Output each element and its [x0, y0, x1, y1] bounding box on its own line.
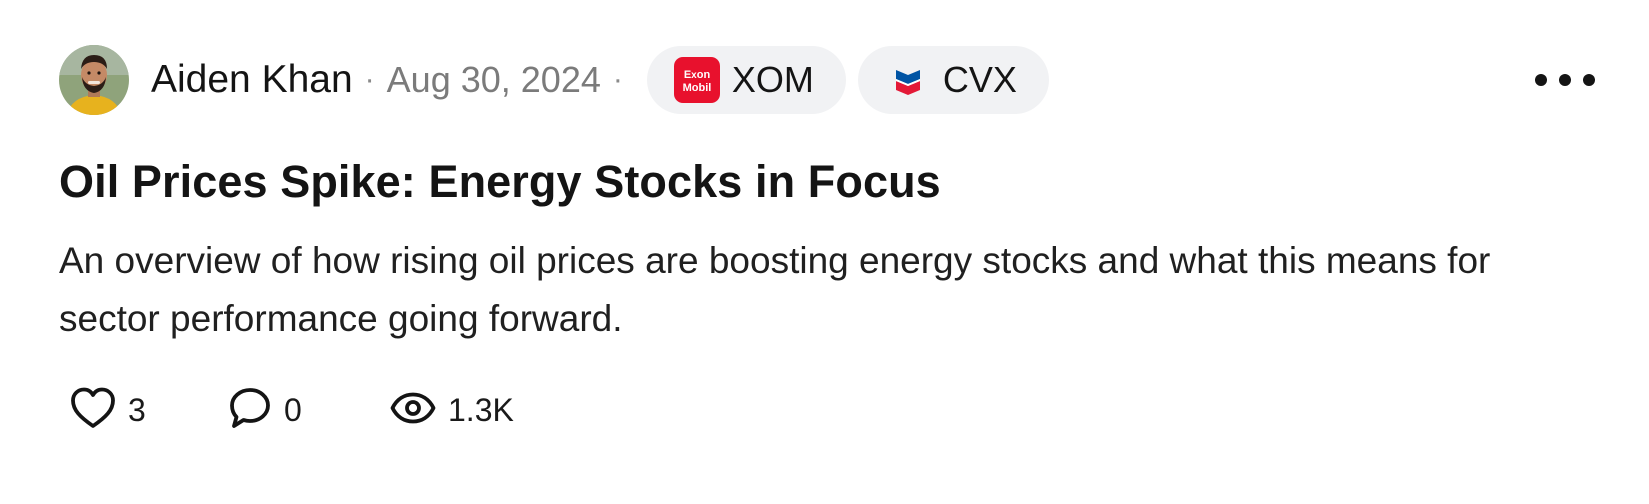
post-stats: 3 0 1.3K	[70, 386, 514, 435]
post-summary: An overview of how rising oil prices are…	[59, 240, 1491, 339]
ticker-symbol: CVX	[942, 59, 1017, 100]
more-options-icon	[1559, 74, 1571, 86]
author-name[interactable]: Aiden Khan	[151, 58, 353, 102]
ticker-chip-cvx[interactable]: CVX	[857, 46, 1049, 114]
post-card[interactable]: Aiden Khan · Aug 30, 2024 · Exon Mobil X…	[0, 0, 1649, 504]
comment-icon	[228, 386, 272, 435]
view-count-stat: 1.3K	[390, 386, 514, 435]
heart-icon	[70, 386, 116, 435]
ticker-chip-xom[interactable]: Exon Mobil XOM	[646, 46, 846, 114]
exxonmobil-logo-icon: Exon Mobil	[673, 57, 720, 103]
more-options-icon	[1583, 74, 1595, 86]
separator-dot: ·	[612, 63, 623, 96]
svg-text:Mobil: Mobil	[683, 82, 712, 94]
separator-dot: ·	[364, 63, 375, 96]
post-title[interactable]: Oil Prices Spike: Energy Stocks in Focus	[59, 156, 941, 208]
comment-button[interactable]: 0	[228, 386, 390, 435]
like-count: 3	[128, 391, 146, 428]
post-header: Aiden Khan · Aug 30, 2024 · Exon Mobil X…	[59, 44, 1579, 116]
comment-count: 0	[284, 391, 302, 428]
ticker-symbol: XOM	[731, 59, 814, 100]
more-options-icon	[1535, 74, 1547, 86]
like-button[interactable]: 3	[70, 386, 228, 435]
view-count: 1.3K	[448, 391, 514, 428]
chevron-logo-icon	[885, 57, 931, 103]
post-date: Aug 30, 2024	[386, 59, 601, 100]
eye-icon	[390, 386, 436, 435]
svg-text:Exon: Exon	[684, 69, 711, 81]
author-avatar[interactable]	[59, 45, 129, 115]
more-options-button[interactable]	[1535, 60, 1595, 100]
